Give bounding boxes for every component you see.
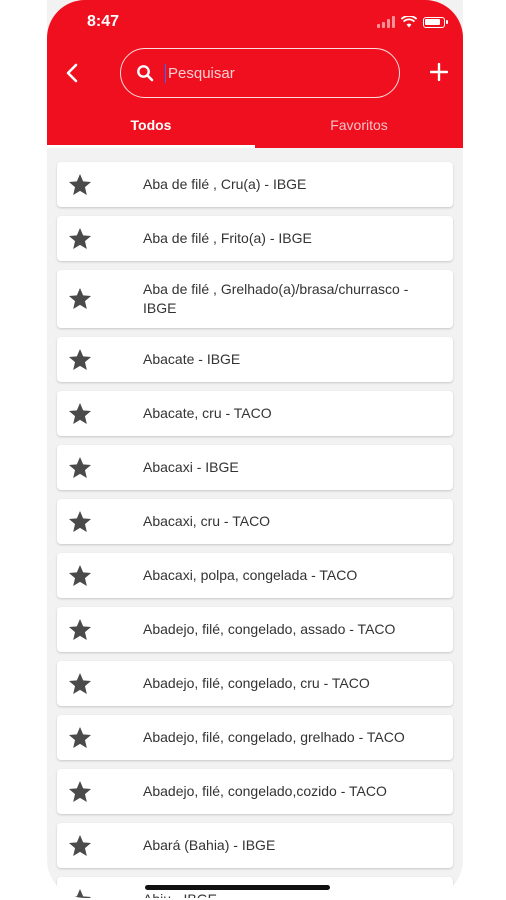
list-item[interactable]: Aba de filé , Grelhado(a)/brasa/churrasc…	[57, 270, 453, 328]
list-item-label: Abacate - IBGE	[143, 351, 241, 367]
list-item-label: Abadejo, filé, congelado,cozido - TACO	[143, 783, 387, 799]
star-icon[interactable]	[67, 671, 93, 697]
list-item-label: Abacate, cru - TACO	[143, 405, 272, 421]
search-icon	[135, 63, 155, 83]
list-item[interactable]: Abará (Bahia) - IBGE	[57, 823, 453, 868]
star-icon[interactable]	[67, 401, 93, 427]
plus-icon	[430, 63, 448, 81]
star-icon[interactable]	[67, 725, 93, 751]
list-item[interactable]: Abadejo, filé, congelado, grelhado - TAC…	[57, 715, 453, 760]
list-item-label: Aba de filé , Cru(a) - IBGE	[143, 176, 307, 192]
list-item-label: Abacaxi, polpa, congelada - TACO	[143, 567, 358, 583]
signal-icon	[377, 16, 395, 28]
star-icon[interactable]	[67, 887, 93, 898]
battery-icon	[423, 16, 448, 28]
list-item[interactable]: Aba de filé , Cru(a) - IBGE	[57, 162, 453, 207]
status-time: 8:47	[87, 13, 120, 30]
star-icon[interactable]	[67, 226, 93, 252]
star-icon[interactable]	[67, 286, 93, 312]
search-input[interactable]	[165, 63, 380, 83]
list-item[interactable]: Abacaxi, polpa, congelada - TACO	[57, 553, 453, 598]
list-item-label: Abará (Bahia) - IBGE	[143, 837, 276, 853]
list-item-label: Aba de filé , Frito(a) - IBGE	[143, 230, 312, 246]
list-item-label: Abadejo, filé, congelado, assado - TACO	[143, 621, 396, 637]
list-item-label: Abadejo, filé, congelado, grelhado - TAC…	[143, 729, 405, 745]
star-icon[interactable]	[67, 509, 93, 535]
list-item-label: Abacaxi - IBGE	[143, 459, 239, 475]
app-screen: 8:47 Pesquisar Todos Favoritos Aba de fi…	[47, 0, 463, 898]
star-icon[interactable]	[67, 455, 93, 481]
list-item[interactable]: Abadejo, filé, congelado, assado - TACO	[57, 607, 453, 652]
back-button[interactable]	[59, 60, 85, 86]
list-item[interactable]: Aba de filé , Frito(a) - IBGE	[57, 216, 453, 261]
tab-favoritos[interactable]: Favoritos	[255, 112, 463, 148]
tab-bar: Todos Favoritos	[47, 112, 463, 148]
wifi-icon	[401, 16, 417, 28]
star-icon[interactable]	[67, 833, 93, 859]
list-item[interactable]: Abacate - IBGE	[57, 337, 453, 382]
list-item[interactable]: Abadejo, filé, congelado,cozido - TACO	[57, 769, 453, 814]
add-button[interactable]	[425, 58, 453, 86]
list-item-label: Abadejo, filé, congelado, cru - TACO	[143, 675, 370, 691]
chevron-left-icon	[66, 63, 78, 83]
star-icon[interactable]	[67, 779, 93, 805]
search-bar[interactable]	[120, 48, 400, 98]
status-icons	[377, 14, 448, 30]
star-icon[interactable]	[67, 347, 93, 373]
list-item-label: Aba de filé , Grelhado(a)/brasa/churrasc…	[143, 281, 409, 316]
food-list: Aba de filé , Cru(a) - IBGE Aba de filé ,…	[57, 162, 453, 898]
list-item[interactable]: Abadejo, filé, congelado, cru - TACO	[57, 661, 453, 706]
list-item-label: Abiu - IBGE	[143, 890, 231, 898]
list-item[interactable]: Abacate, cru - TACO	[57, 391, 453, 436]
star-icon[interactable]	[67, 563, 93, 589]
star-icon[interactable]	[67, 172, 93, 198]
tab-todos[interactable]: Todos	[47, 112, 255, 148]
list-item-label: Abacaxi, cru - TACO	[143, 513, 271, 529]
star-icon[interactable]	[67, 617, 93, 643]
list-item[interactable]: Abacaxi - IBGE	[57, 445, 453, 490]
home-indicator	[145, 885, 330, 890]
header: 8:47 Pesquisar Todos Favoritos	[47, 0, 463, 148]
list-item[interactable]: Abacaxi, cru - TACO	[57, 499, 453, 544]
